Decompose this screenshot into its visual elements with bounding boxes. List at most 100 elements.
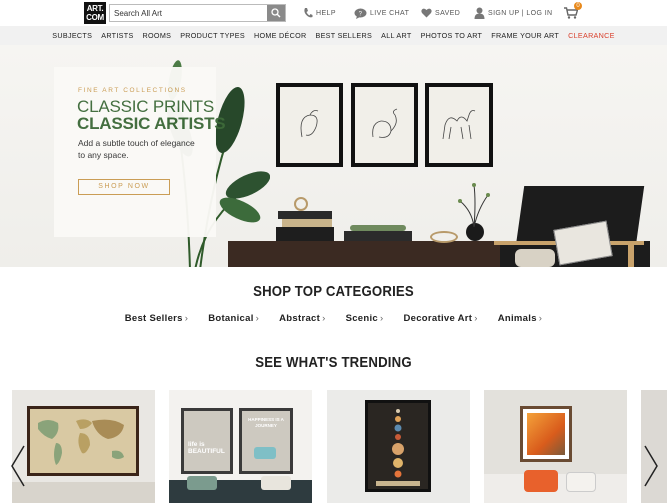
cart-count-badge: 0 — [574, 2, 582, 10]
hero-eyebrow: FINE ART COLLECTIONS — [78, 87, 187, 94]
nav-product-types[interactable]: PRODUCT TYPES — [180, 31, 245, 40]
user-icon — [474, 7, 485, 19]
search-box — [109, 4, 286, 22]
help-link[interactable]: HELP — [303, 6, 336, 20]
book — [276, 227, 334, 241]
main-nav: SUBJECTS ARTISTS ROOMS PRODUCT TYPES HOM… — [0, 26, 667, 45]
print-text: HAPPINESS IS A JOURNEY — [248, 417, 284, 428]
flaming-june-print — [520, 406, 572, 462]
nav-subjects[interactable]: SUBJECTS — [52, 31, 92, 40]
squirrel-line-drawing — [372, 108, 398, 138]
category-label: Scenic — [345, 313, 378, 324]
nav-best-sellers[interactable]: BEST SELLERS — [315, 31, 372, 40]
category-links: Best Sellers › Botanical › Abstract › Sceni… — [0, 313, 667, 324]
console-table — [228, 241, 528, 267]
site-logo[interactable]: ART. COM — [84, 2, 106, 24]
cushion — [524, 470, 558, 492]
category-scenic[interactable]: Scenic › — [346, 313, 384, 324]
carousel-prev-arrow[interactable] — [10, 445, 26, 487]
product-card[interactable] — [12, 390, 155, 503]
hero-subtitle: Add a subtle touch of elegance to any sp… — [78, 138, 195, 160]
categories-heading: SHOP TOP CATEGORIES — [253, 283, 414, 300]
search-icon — [271, 8, 281, 18]
camel-line-drawing — [442, 110, 476, 140]
nav-clearance[interactable]: CLEARANCE — [568, 31, 615, 40]
happiness-journey-print: HAPPINESS IS A JOURNEY — [239, 408, 293, 474]
sign-in-label: SIGN UP | LOG IN — [488, 9, 553, 17]
cushion — [261, 476, 291, 490]
category-label: Animals — [497, 313, 537, 324]
nav-photos-to-art[interactable]: PHOTOS TO ART — [421, 31, 483, 40]
category-label: Abstract — [279, 313, 321, 324]
hero-title-line-2: CLASSIC ARTISTS — [77, 114, 226, 133]
branch-decor — [458, 183, 490, 227]
book — [282, 219, 332, 227]
hero-banner[interactable]: FINE ART COLLECTIONS CLASSIC PRINTS CLAS… — [0, 45, 667, 267]
svg-text:?: ? — [359, 11, 363, 17]
succulents — [350, 225, 406, 231]
category-abstract[interactable]: Abstract › — [279, 313, 325, 324]
framed-print-squirrel — [351, 83, 418, 167]
search-button[interactable] — [267, 5, 285, 21]
product-card[interactable] — [327, 390, 470, 503]
framed-print-camel — [425, 83, 493, 167]
nav-artists[interactable]: ARTISTS — [101, 31, 133, 40]
category-label: Decorative Art — [403, 313, 473, 324]
map-illustration — [38, 419, 124, 465]
chat-icon: ? — [354, 8, 367, 19]
gold-ring-decor — [430, 231, 458, 243]
category-label: Best Sellers — [124, 313, 183, 324]
chevron-right-icon: › — [184, 313, 189, 324]
chevron-right-icon: › — [474, 313, 478, 324]
life-is-beautiful-print: life is BEAUTIFUL — [181, 408, 233, 474]
live-chat-label: LIVE CHAT — [370, 9, 410, 17]
saved-link[interactable]: SAVED — [421, 6, 460, 20]
cushion — [566, 472, 596, 492]
carousel-next-arrow[interactable] — [643, 445, 659, 487]
chevron-right-icon: › — [380, 313, 384, 324]
shop-now-button[interactable]: SHOP NOW — [78, 179, 170, 195]
phone-icon — [304, 8, 313, 18]
painting-image — [527, 413, 565, 455]
sign-in-link[interactable]: SIGN UP | LOG IN — [474, 6, 553, 20]
header: ART. COM HELP ? LIVE CHAT SAVED — [0, 0, 667, 26]
desk-surface — [12, 482, 155, 503]
nav-home-decor[interactable]: HOME DÉCOR — [254, 31, 307, 40]
logo-line-2: COM — [86, 13, 104, 22]
category-botanical[interactable]: Botanical › — [208, 313, 259, 324]
saved-label: SAVED — [435, 9, 461, 17]
heart-icon — [421, 8, 432, 18]
product-card[interactable] — [484, 390, 627, 503]
decor-sphere — [294, 197, 308, 211]
camper-illustration — [254, 447, 276, 459]
print-text: life is BEAUTIFUL — [188, 441, 225, 455]
category-label: Botanical — [208, 313, 254, 324]
nav-rooms[interactable]: ROOMS — [143, 31, 172, 40]
chevron-right-icon: › — [538, 313, 543, 324]
category-animals[interactable]: Animals › — [498, 313, 543, 324]
cushion — [187, 476, 217, 490]
framed-print-bird — [276, 83, 343, 167]
help-label: HELP — [316, 9, 336, 17]
trending-carousel: life is BEAUTIFUL HAPPINESS IS A JOURNEY — [0, 390, 667, 503]
chair-leg — [628, 241, 634, 267]
chevron-right-icon: › — [322, 313, 326, 324]
product-card[interactable]: life is BEAUTIFUL HAPPINESS IS A JOURNEY — [169, 390, 312, 503]
live-chat-link[interactable]: ? LIVE CHAT — [354, 6, 409, 20]
nav-frame-your-art[interactable]: FRAME YOUR ART — [491, 31, 559, 40]
chevron-right-icon: › — [255, 313, 260, 324]
nav-all-art[interactable]: ALL ART — [381, 31, 411, 40]
bird-line-drawing — [300, 110, 319, 138]
planets-illustration — [376, 409, 420, 486]
tray — [344, 231, 412, 241]
pillow — [515, 249, 555, 267]
category-decorative-art[interactable]: Decorative Art › — [403, 313, 477, 324]
world-map-print — [27, 406, 139, 476]
search-input[interactable] — [110, 5, 268, 21]
solar-system-print — [365, 400, 431, 492]
logo-line-1: ART. — [86, 4, 104, 13]
trending-heading: SEE WHAT'S TRENDING — [255, 354, 412, 371]
book-stack — [278, 211, 332, 219]
category-best-sellers[interactable]: Best Sellers › — [125, 313, 188, 324]
hero-promo-card: FINE ART COLLECTIONS CLASSIC PRINTS CLAS… — [54, 67, 226, 237]
